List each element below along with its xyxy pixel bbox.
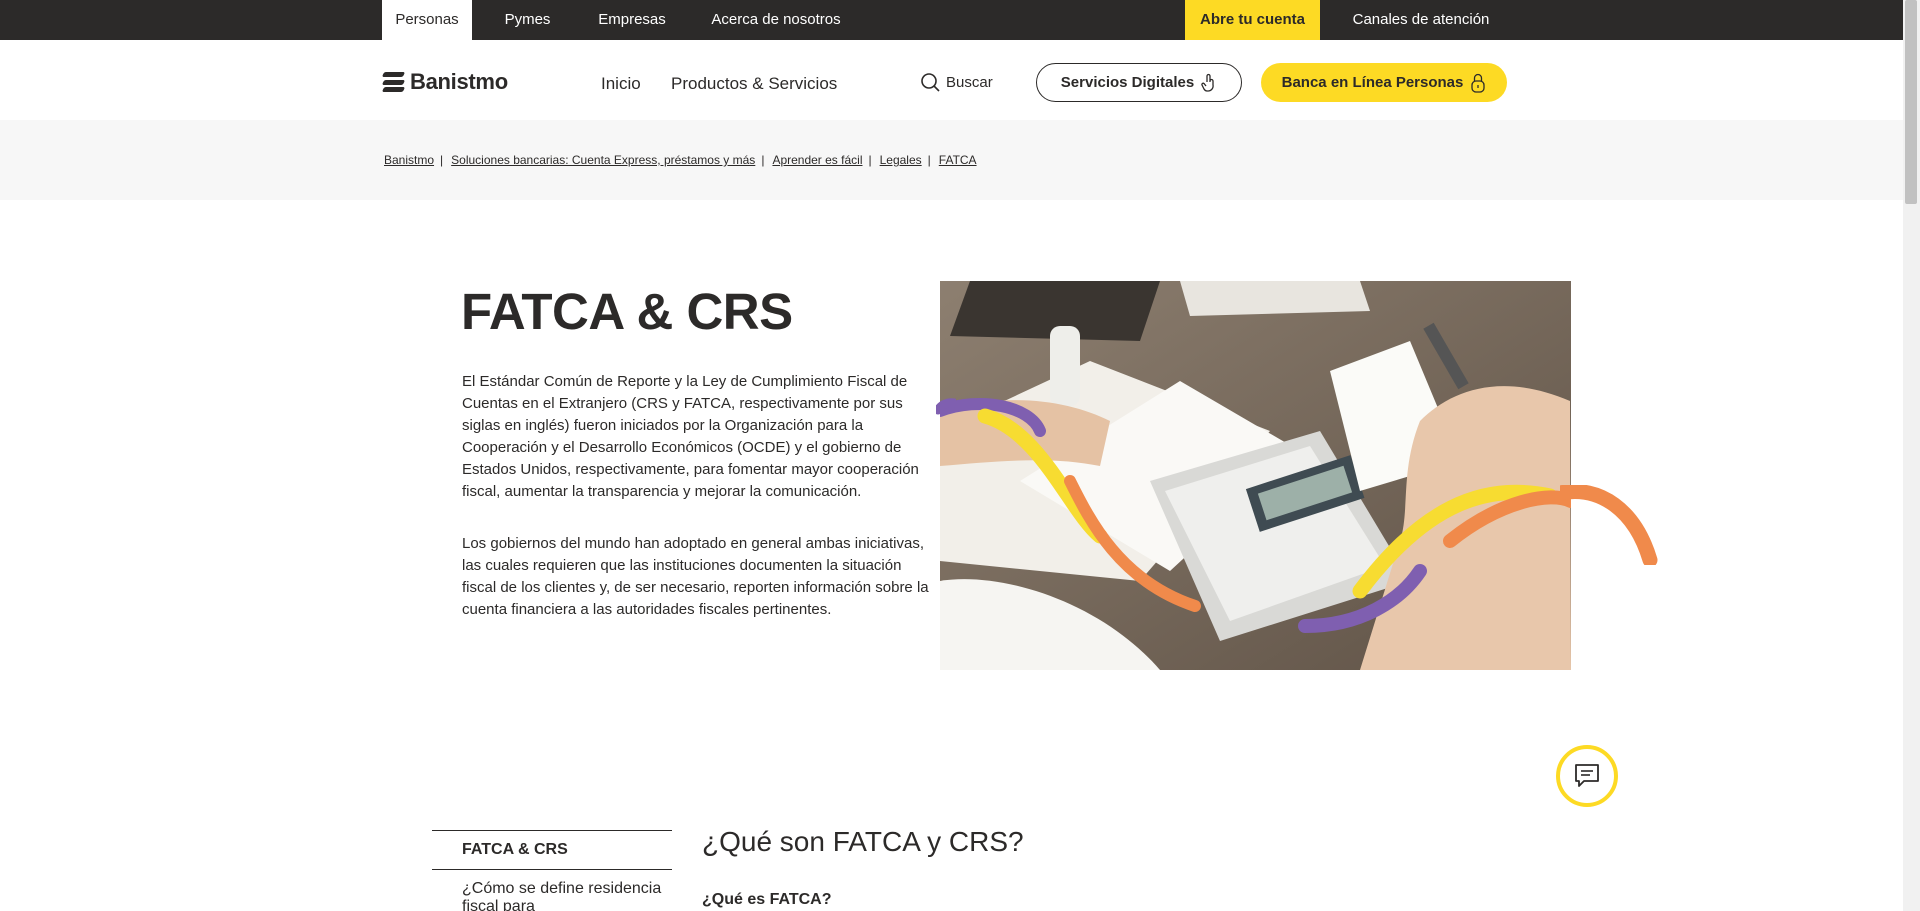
sidenav-item-residencia-fiscal[interactable]: ¿Cómo se define residencia fiscal para xyxy=(432,869,672,911)
page-scrollbar[interactable] xyxy=(1903,0,1920,911)
online-banking-label: Banca en Línea Personas xyxy=(1281,74,1464,91)
touch-hand-icon xyxy=(1201,73,1214,92)
chat-icon xyxy=(1575,764,1599,787)
breadcrumb-bar: Banistmo | Soluciones bancarias: Cuenta E… xyxy=(0,120,1903,200)
page-title: FATCA & CRS xyxy=(461,283,793,340)
breadcrumb-aprender-es-facil[interactable]: Aprender es fácil xyxy=(772,153,862,167)
intro-paragraph: El Estándar Común de Reporte y la Ley de… xyxy=(462,373,919,500)
nav-inicio[interactable]: Inicio xyxy=(601,74,641,94)
breadcrumb: Banistmo | Soluciones bancarias: Cuenta E… xyxy=(384,153,977,167)
decorative-wave-left xyxy=(936,398,956,415)
section-sidenav: FATCA & CRS ¿Cómo se define residencia f… xyxy=(432,830,672,911)
digital-services-label: Servicios Digitales xyxy=(1060,74,1195,91)
breadcrumb-legales[interactable]: Legales xyxy=(880,153,922,167)
intro-paragraph-2: Los gobiernos del mundo han adoptado en … xyxy=(462,535,929,618)
logo-mark-icon xyxy=(381,71,406,93)
tab-acerca-de-nosotros[interactable]: Acerca de nosotros xyxy=(700,0,852,40)
nav-productos-servicios[interactable]: Productos & Servicios xyxy=(671,74,837,94)
top-navigation-bar: Personas Pymes Empresas Acerca de nosotr… xyxy=(0,0,1903,40)
tab-personas[interactable]: Personas xyxy=(382,0,472,40)
scrollbar-thumb[interactable] xyxy=(1905,0,1917,204)
calculator-photo xyxy=(940,281,1571,670)
sidenav-item-fatca-crs[interactable]: FATCA & CRS xyxy=(432,830,672,869)
main-header: Banistmo Inicio Productos & Servicios Bu… xyxy=(0,40,1903,120)
banistmo-logo[interactable]: Banistmo xyxy=(381,69,508,94)
lock-icon xyxy=(1471,73,1486,93)
search-button[interactable]: Buscar xyxy=(920,72,993,92)
digital-services-button[interactable]: Servicios Digitales xyxy=(1036,63,1242,102)
decorative-wave xyxy=(1560,485,1658,565)
tab-empresas[interactable]: Empresas xyxy=(587,0,677,40)
chat-button[interactable] xyxy=(1556,745,1618,807)
logo-text: Banistmo xyxy=(410,69,508,94)
tab-pymes[interactable]: Pymes xyxy=(490,0,565,40)
open-account-link[interactable]: Abre tu cuenta xyxy=(1185,0,1320,40)
online-banking-button[interactable]: Banca en Línea Personas xyxy=(1261,63,1507,102)
search-label: Buscar xyxy=(946,73,993,91)
breadcrumb-banistmo[interactable]: Banistmo xyxy=(384,153,434,167)
search-icon xyxy=(921,73,940,92)
breadcrumb-fatca[interactable]: FATCA xyxy=(939,153,977,167)
section-title: ¿Qué son FATCA y CRS? xyxy=(702,826,1024,857)
section-subtitle: ¿Qué es FATCA? xyxy=(702,891,832,908)
service-channels-link[interactable]: Canales de atención xyxy=(1342,0,1500,40)
breadcrumb-soluciones-bancarias[interactable]: Soluciones bancarias: Cuenta Express, pr… xyxy=(451,153,755,167)
